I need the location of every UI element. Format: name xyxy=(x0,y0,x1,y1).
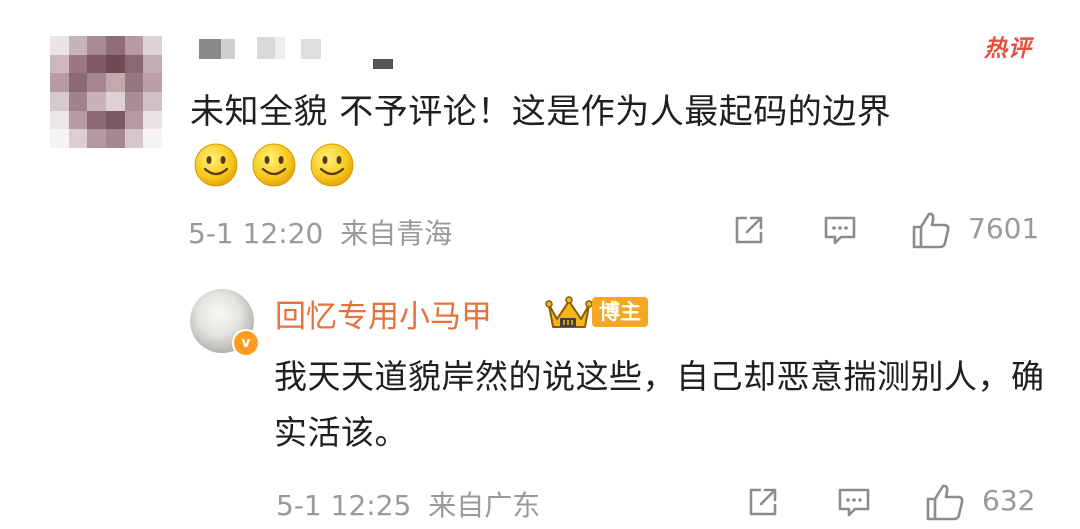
avatar[interactable]: v xyxy=(190,289,260,357)
comment-icon[interactable] xyxy=(836,484,872,520)
reply-text: 我天天道貌岸然的说这些，自己却恶意揣测别人，确实活该。 xyxy=(274,357,1045,452)
smile-emoji xyxy=(194,143,238,187)
comment-icon[interactable] xyxy=(822,212,858,248)
emoji-row xyxy=(193,142,355,190)
verified-badge: v xyxy=(232,329,260,357)
like-count: 632 xyxy=(982,484,1036,517)
crown-icon xyxy=(545,296,593,328)
comment-meta: 5-1 12:20 来自青海 xyxy=(188,212,452,252)
share-icon[interactable] xyxy=(745,484,781,520)
reply-meta: 5-1 12:25 来自广东 xyxy=(276,484,540,524)
comment-time: 5-1 12:20 xyxy=(188,217,324,250)
reply-location: 来自广东 xyxy=(428,489,541,522)
like-icon[interactable] xyxy=(910,209,952,251)
share-icon[interactable] xyxy=(731,212,767,248)
hot-comment-badge: 热评 xyxy=(984,36,1032,62)
reply-author-name[interactable]: 回忆专用小马甲 xyxy=(275,291,492,336)
smile-emoji xyxy=(252,143,296,187)
reply-time: 5-1 12:25 xyxy=(276,489,412,522)
mosaic-avatar[interactable] xyxy=(50,36,162,148)
like-count: 7601 xyxy=(968,212,1040,245)
comment-location: 来自青海 xyxy=(340,217,453,250)
blogger-badge: 博主 xyxy=(592,297,648,327)
comment-text: 未知全貌 不予评论！这是作为人最起码的边界 xyxy=(190,92,892,132)
mosaic-username[interactable] xyxy=(193,35,413,71)
like-icon[interactable] xyxy=(924,481,966,523)
smile-emoji xyxy=(310,143,354,187)
